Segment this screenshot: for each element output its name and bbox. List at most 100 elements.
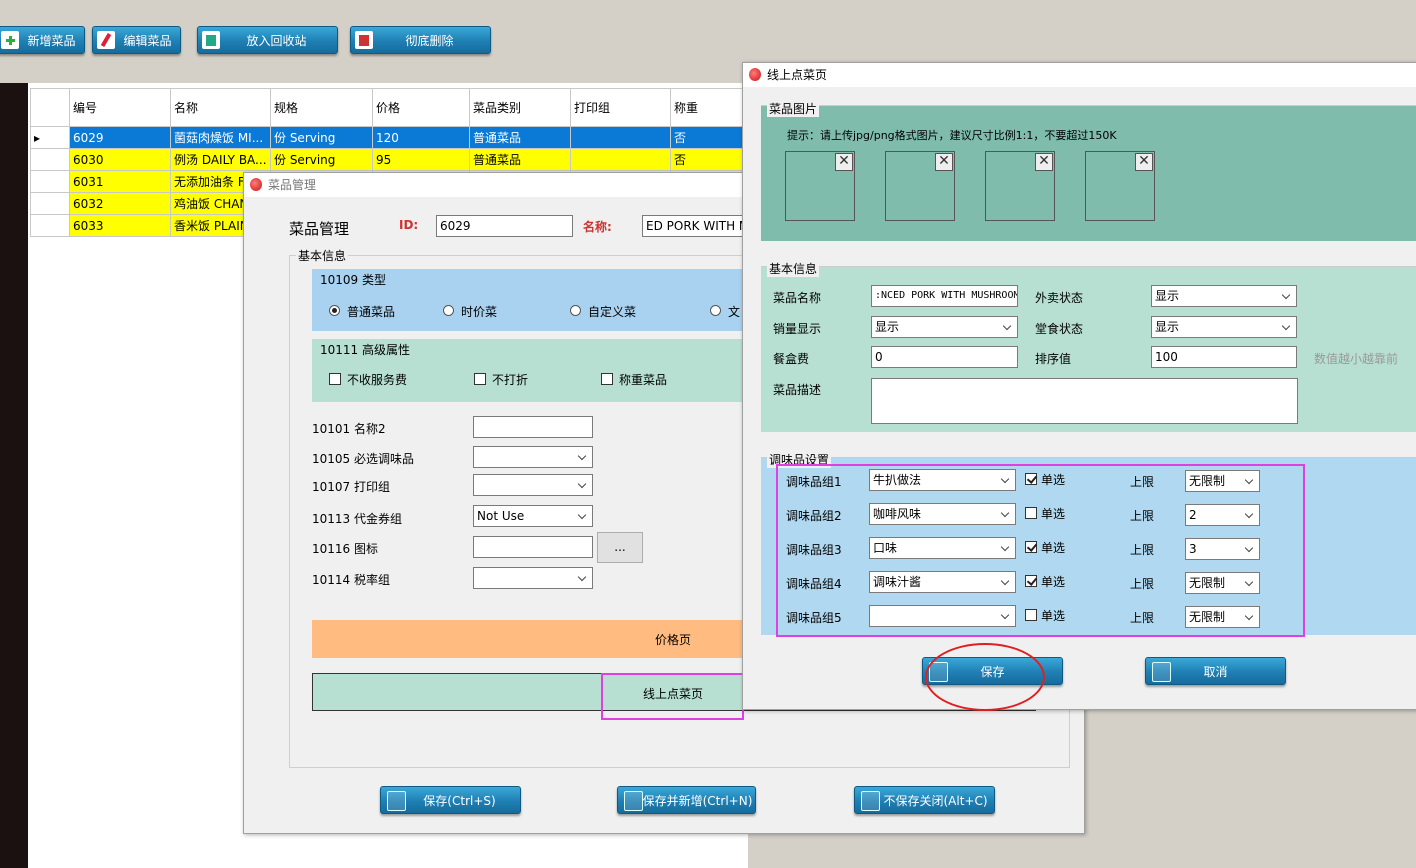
sort-value-input[interactable]: 100 [1151,346,1297,368]
photo-slot-4[interactable]: ✕ [1085,151,1155,221]
cell: 6030 [69,148,171,171]
edit-icon [97,31,115,49]
cell: 普通菜品 [469,126,571,149]
cell: 6032 [69,192,171,215]
recycle-bin-icon [202,31,220,49]
cancel-button[interactable]: 取消 [1145,657,1286,685]
permanent-delete-button[interactable]: 彻底删除 [350,26,491,54]
cell: 6031 [69,170,171,193]
close-icon[interactable]: ✕ [1135,153,1153,171]
cell: 份 Serving [270,148,373,171]
cell: 例汤 DAILY BA... [170,148,271,171]
dialog-title: 菜品管理 [268,178,317,192]
photo-slot-3[interactable]: ✕ [985,151,1055,221]
row-indicator [30,170,70,193]
close-icon[interactable]: ✕ [1035,153,1053,171]
add-dish-button[interactable]: 新增菜品 [0,26,85,54]
exit-icon [861,791,880,811]
col-header-price[interactable]: 价格 [372,88,470,127]
type-custom-label: 自定义菜 [588,305,637,319]
cell: 6033 [69,214,171,237]
online-order-dialog: 线上点菜页 菜品图片 提示：请上传jpg/png格式图片，建议尺寸比例1:1，不… [742,62,1416,711]
type-normal-label: 普通菜品 [347,305,396,319]
description-textarea[interactable] [871,378,1298,424]
tax-group-select[interactable] [473,567,593,589]
voucher-group-select[interactable]: Not Use [473,505,593,527]
save-button[interactable]: 保存(Ctrl+S) [380,786,521,814]
edit-dish-button[interactable]: 编辑菜品 [92,26,181,54]
col-header-id[interactable]: 编号 [69,88,171,127]
type-market-price-label: 时价菜 [461,305,498,319]
dialog-title: 线上点菜页 [767,68,828,82]
dialog-titlebar: 线上点菜页 [743,63,1416,87]
photo-slot-2[interactable]: ✕ [885,151,955,221]
save-circle-annotation [925,643,1045,711]
recycle-button[interactable]: 放入回收站 [197,26,338,54]
cell: 120 [372,126,470,149]
dish-name-label: 菜品名称 [773,291,822,305]
browse-button[interactable]: ... [597,532,643,563]
cell: 95 [372,148,470,171]
id-label: ID: [399,218,419,232]
delete-icon [355,31,373,49]
cell: 菌菇肉燥饭 MI... [170,126,271,149]
icon-label: 10116 图标 [312,542,378,556]
icon-input[interactable] [473,536,593,558]
type-other-label: 文 [728,305,741,319]
col-header-weigh[interactable]: 称重 [670,88,751,127]
cell [570,148,671,171]
photo-slot-1[interactable]: ✕ [785,151,855,221]
close-icon[interactable]: ✕ [835,153,853,171]
weighed-dish-label: 称重菜品 [619,373,668,387]
no-discount-checkbox[interactable] [474,373,486,385]
price-page-tab[interactable]: 价格页 [312,620,752,658]
id-field[interactable]: 6029 [436,215,573,237]
add-icon [1,31,19,49]
type-market-price-radio[interactable] [443,305,454,316]
basic-info-group-label: 基本信息 [767,260,820,277]
col-header-print-group[interactable]: 打印组 [570,88,671,127]
takeout-status-select[interactable]: 显示 [1151,285,1297,307]
table-row[interactable]: 6030 例汤 DAILY BA... 份 Serving 95 普通菜品 否 [30,148,751,171]
name-field[interactable]: ED PORK WITH M [642,215,752,237]
box-fee-input[interactable]: 0 [871,346,1018,368]
table-row[interactable]: ▸ 6029 菌菇肉燥饭 MI... 份 Serving 120 普通菜品 否 [30,126,751,149]
row-indicator-header [30,88,70,127]
dish-name-input[interactable]: :NCED PORK WITH MUSHROOM [871,285,1018,307]
no-service-fee-label: 不收服务费 [347,373,408,387]
basic-info-group-label: 基本信息 [296,247,349,264]
col-header-name[interactable]: 名称 [170,88,271,127]
sales-display-select[interactable]: 显示 [871,316,1018,338]
save-and-new-button[interactable]: 保存并新增(Ctrl+N) [617,786,756,814]
sales-display-label: 销量显示 [773,322,822,336]
cell [570,126,671,149]
no-service-fee-checkbox[interactable] [329,373,341,385]
required-seasoning-select[interactable] [473,446,593,468]
exit-icon [1152,662,1171,682]
type-custom-radio[interactable] [570,305,581,316]
close-icon[interactable]: ✕ [935,153,953,171]
dine-in-status-select[interactable]: 显示 [1151,316,1297,338]
voucher-group-label: 10113 代金券组 [312,512,402,526]
advanced-group-label: 10111 高级属性 [320,343,410,357]
col-header-category[interactable]: 菜品类别 [469,88,571,127]
print-group-select[interactable] [473,474,593,496]
seasoning-highlight [776,464,1305,637]
box-fee-label: 餐盒费 [773,352,810,366]
cell: 否 [670,148,751,171]
type-other-radio[interactable] [710,305,721,316]
left-panel [0,83,28,868]
required-seasoning-label: 10105 必选调味品 [312,452,414,466]
price-page-label: 价格页 [655,633,692,647]
type-group-label: 10109 类型 [320,273,386,287]
app-icon [250,178,262,191]
weighed-dish-checkbox[interactable] [601,373,613,385]
app-icon [749,68,761,81]
cell: 普通菜品 [469,148,571,171]
cell: 份 Serving [270,126,373,149]
col-header-spec[interactable]: 规格 [270,88,373,127]
close-without-save-button[interactable]: 不保存关闭(Alt+C) [854,786,995,814]
name2-input[interactable] [473,416,593,438]
type-normal-radio[interactable] [329,305,340,316]
row-indicator [30,214,70,237]
